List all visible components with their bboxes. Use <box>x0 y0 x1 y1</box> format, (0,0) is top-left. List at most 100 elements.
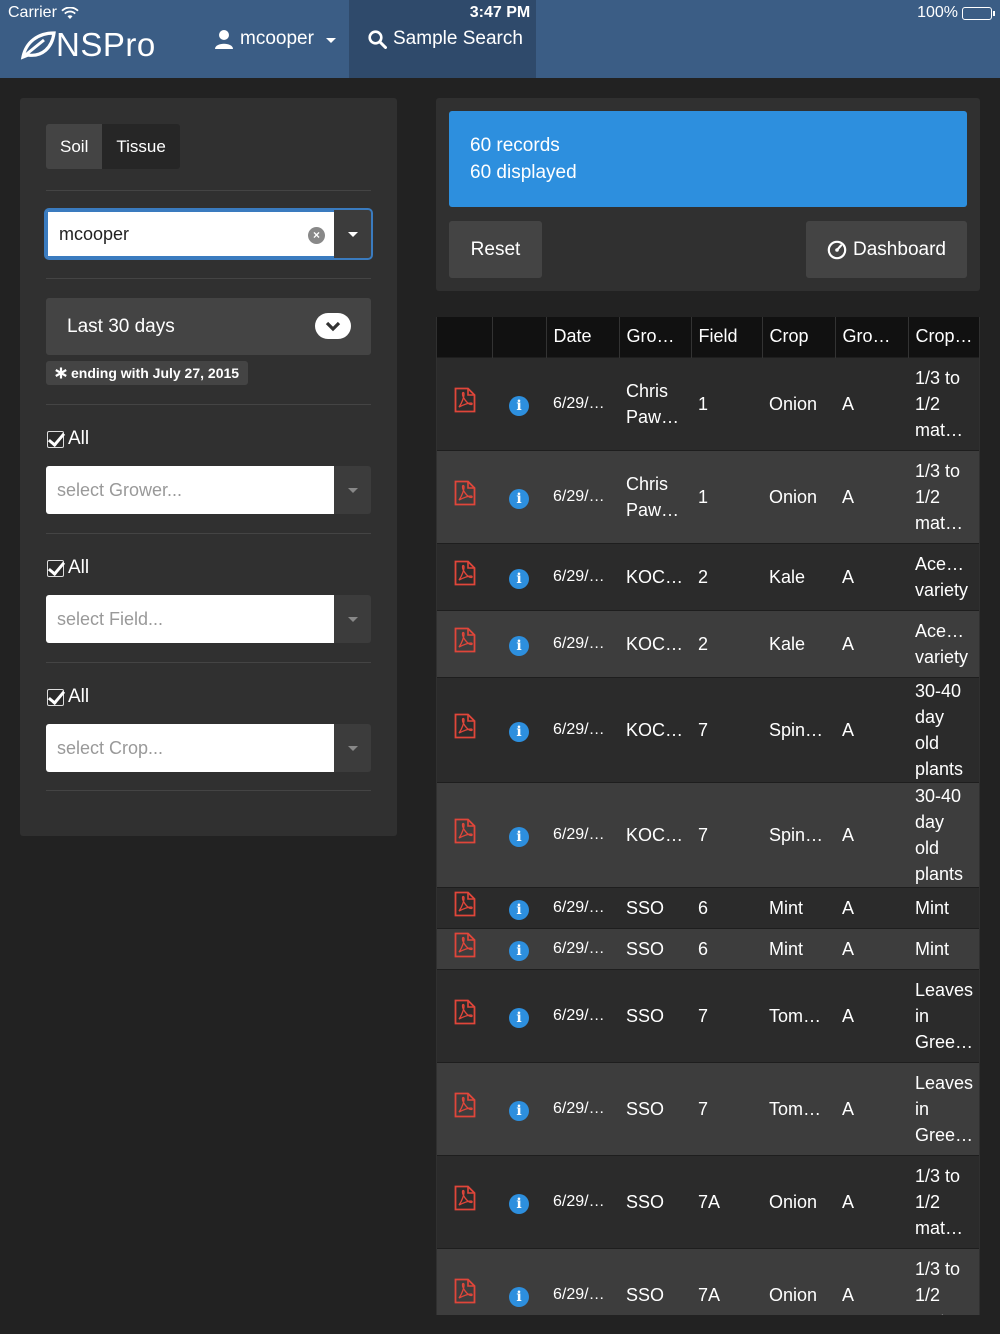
checkbox-checked[interactable] <box>47 559 64 577</box>
info-icon[interactable]: i <box>509 826 529 847</box>
row-pdf-cell[interactable] <box>437 610 492 677</box>
reset-button[interactable]: Reset <box>449 221 542 278</box>
clear-icon[interactable]: × <box>308 227 325 244</box>
field-select-placeholder[interactable]: select Field... <box>46 595 334 643</box>
grower-select[interactable]: select Grower... <box>46 466 371 514</box>
dashboard-button[interactable]: Dashboard <box>806 221 967 278</box>
row-info-cell[interactable]: i <box>492 450 546 543</box>
info-icon[interactable]: i <box>509 1286 529 1307</box>
col-header-info <box>491 317 546 357</box>
row-info-cell[interactable]: i <box>492 610 546 677</box>
row-pdf-cell[interactable] <box>437 1248 492 1315</box>
row-info-cell[interactable]: i <box>492 1155 546 1248</box>
info-icon[interactable]: i <box>509 395 529 416</box>
info-icon[interactable]: i <box>509 1007 529 1028</box>
row-pdf-cell[interactable] <box>437 677 492 782</box>
info-icon[interactable]: i <box>509 635 529 656</box>
row-info-cell[interactable]: i <box>492 928 546 969</box>
toggle-tissue[interactable]: Tissue <box>102 124 180 169</box>
table-row[interactable]: i 6/29/… SSO 7 Tom… A Leaves in Gree… <box>437 1062 979 1155</box>
cell-crop-stage-line: mat… <box>915 512 964 533</box>
info-icon[interactable]: i <box>509 1100 529 1121</box>
crop-select-placeholder[interactable]: select Crop... <box>46 724 334 772</box>
cell-crop-stage-line: Leaves <box>915 1072 974 1093</box>
brand-logo[interactable]: NSPro <box>20 26 156 64</box>
col-header-crop-stage[interactable]: Crop… <box>907 317 979 357</box>
table-row[interactable]: i 6/29/… KOC… 7 Spin… A 30-40 day old plants <box>437 782 979 887</box>
col-header-crop[interactable]: Crop <box>761 317 835 357</box>
row-info-cell[interactable]: i <box>492 543 546 610</box>
row-info-cell[interactable]: i <box>492 677 546 782</box>
col-header-grade[interactable]: Gro… <box>834 317 908 357</box>
info-icon[interactable]: i <box>509 721 529 742</box>
cell-crop-stage-line: 1/2 <box>915 486 941 507</box>
nav-sample-search[interactable]: Sample Search <box>368 28 523 50</box>
battery-label: 100% <box>917 4 958 21</box>
grower-select-placeholder[interactable]: select Grower... <box>46 466 334 514</box>
cell-crop-stage-line: in <box>915 1098 930 1119</box>
chevron-down-icon[interactable] <box>315 313 351 339</box>
field-select[interactable]: select Field... <box>46 595 371 643</box>
pdf-icon <box>454 480 475 506</box>
cell-crop-stage: 30-40 day old plants <box>908 677 979 782</box>
field-select-dropdown-button[interactable] <box>334 595 371 643</box>
info-icon[interactable]: i <box>509 488 529 509</box>
row-info-cell[interactable]: i <box>492 887 546 928</box>
cell-grower-line: KOC… <box>626 824 684 845</box>
cell-grade: A <box>835 1062 908 1155</box>
row-pdf-cell[interactable] <box>437 543 492 610</box>
info-icon[interactable]: i <box>509 899 529 920</box>
grower-all-checkbox[interactable]: All <box>47 428 89 450</box>
toggle-soil[interactable]: Soil <box>46 124 103 169</box>
checkbox-checked[interactable] <box>47 430 64 448</box>
cell-crop-stage-line: Ace… <box>915 553 965 574</box>
table-row[interactable]: i 6/29/… KOC… 2 Kale A Ace… variety <box>437 543 979 610</box>
row-info-cell[interactable]: i <box>492 782 546 887</box>
row-pdf-cell[interactable] <box>437 450 492 543</box>
cell-crop-stage: 1/3 to 1/2 mat… <box>908 450 979 543</box>
table-row[interactable]: i 6/29/… SSO 6 Mint A Mint <box>437 928 979 969</box>
table-row[interactable]: i 6/29/… SSO 7AOnionA 1/3 to 1/2 mat… <box>437 1248 979 1315</box>
crop-select[interactable]: select Crop... <box>46 724 371 772</box>
info-icon[interactable]: i <box>509 940 529 961</box>
row-pdf-cell[interactable] <box>437 969 492 1062</box>
crop-all-checkbox[interactable]: All <box>47 686 89 708</box>
row-pdf-cell[interactable] <box>437 357 492 450</box>
field-all-checkbox[interactable]: All <box>47 557 89 579</box>
row-info-cell[interactable]: i <box>492 1062 546 1155</box>
records-summary: 60 records 60 displayed <box>449 111 967 207</box>
cell-crop-stage-line: mat… <box>915 1308 972 1315</box>
row-pdf-cell[interactable] <box>437 928 492 969</box>
row-info-cell[interactable]: i <box>492 969 546 1062</box>
row-pdf-cell[interactable] <box>437 1155 492 1248</box>
table-row[interactable]: i 6/29/… KOC… 7 Spin… A 30-40 day old plants <box>437 677 979 782</box>
user-select-dropdown-button[interactable] <box>334 210 371 258</box>
user-menu[interactable]: mcooper <box>214 28 336 50</box>
col-header-grower[interactable]: Gro… <box>618 317 691 357</box>
date-range-select[interactable]: Last 30 days <box>46 298 371 355</box>
table-row[interactable]: i 6/29/… SSO 7 Tom… A Leaves in Gree… <box>437 969 979 1062</box>
table-row[interactable]: i 6/29/… SSO 6 Mint A Mint <box>437 887 979 928</box>
row-pdf-cell[interactable] <box>437 887 492 928</box>
row-pdf-cell[interactable] <box>437 782 492 887</box>
row-info-cell[interactable]: i <box>492 357 546 450</box>
crop-select-dropdown-button[interactable] <box>334 724 371 772</box>
leaf-icon <box>20 31 56 60</box>
checkbox-checked[interactable] <box>47 688 64 706</box>
col-header-field[interactable]: Field <box>690 317 762 357</box>
results-table-container[interactable]: Date Gro… Field Crop Gro… Crop… i 6/29/… C… <box>436 317 980 1315</box>
grower-select-dropdown-button[interactable] <box>334 466 371 514</box>
col-header-date[interactable]: Date <box>545 317 619 357</box>
table-row[interactable]: i 6/29/… SSO 7AOnionA 1/3 to 1/2 mat… <box>437 1155 979 1248</box>
row-pdf-cell[interactable] <box>437 1062 492 1155</box>
info-icon[interactable]: i <box>509 568 529 589</box>
pdf-icon <box>454 560 475 586</box>
info-icon[interactable]: i <box>509 1193 529 1214</box>
table-row[interactable]: i 6/29/… Chris Paw… 1 Onion A 1/3 to 1/2 mat… <box>437 357 979 450</box>
table-row[interactable]: i 6/29/… KOC… 2 Kale A Ace… variety <box>437 610 979 677</box>
row-info-cell[interactable]: i <box>492 1248 546 1315</box>
cell-crop: Onion <box>762 450 835 543</box>
table-row[interactable]: i 6/29/… Chris Paw… 1 Onion A 1/3 to 1/2 mat… <box>437 450 979 543</box>
user-select[interactable]: mcooper × <box>44 208 373 260</box>
user-select-value[interactable]: mcooper × <box>46 210 334 258</box>
